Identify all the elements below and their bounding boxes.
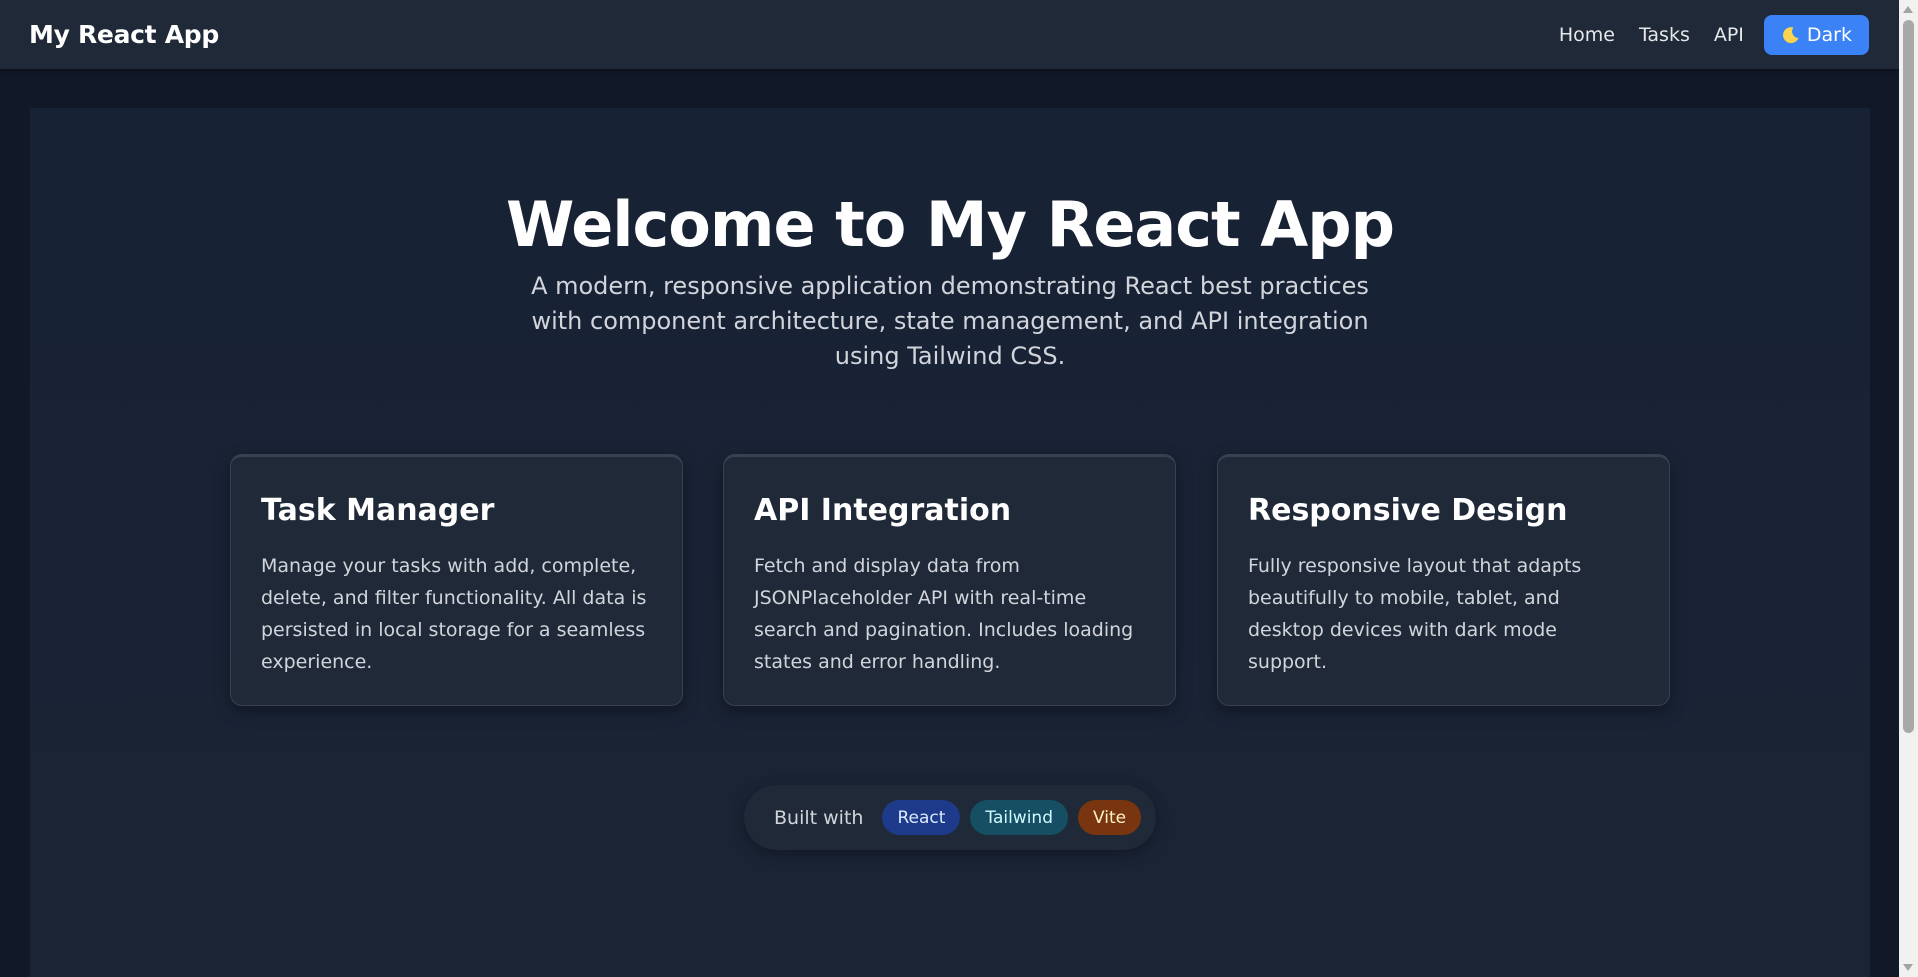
- feature-card-title: Task Manager: [261, 493, 495, 528]
- theme-toggle-label: Dark: [1806, 23, 1852, 46]
- feature-card-title: Responsive Design: [1248, 493, 1568, 528]
- tag-react: React: [882, 800, 961, 835]
- brand-logo[interactable]: My React App: [29, 20, 219, 49]
- vertical-scrollbar[interactable]: [1899, 0, 1918, 977]
- feature-card-responsive-design: Responsive Design Fully responsive layou…: [1217, 454, 1670, 706]
- scrollbar-thumb[interactable]: [1903, 20, 1914, 733]
- nav-link-home[interactable]: Home: [1559, 24, 1615, 46]
- tag-vite: Vite: [1078, 800, 1142, 835]
- built-with-badge: Built with React Tailwind Vite: [744, 785, 1156, 850]
- main-content: Welcome to My React App A modern, respon…: [30, 108, 1870, 977]
- scroll-up-arrow-icon[interactable]: [1903, 6, 1913, 13]
- hero-subtitle: A modern, responsive application demonst…: [531, 272, 1369, 370]
- nav-link-tasks[interactable]: Tasks: [1639, 24, 1690, 46]
- tag-tailwind: Tailwind: [970, 800, 1069, 835]
- nav-links: Home Tasks API Dark: [1559, 14, 1869, 55]
- nav-link-api[interactable]: API: [1714, 24, 1744, 46]
- feature-card-task-manager: Task Manager Manage your tasks with add,…: [230, 454, 683, 706]
- moon-icon: [1781, 25, 1801, 45]
- built-with-label: Built with: [774, 806, 864, 829]
- feature-card-description: Fully responsive layout that adapts beau…: [1248, 555, 1582, 673]
- navbar: My React App Home Tasks API Dark: [0, 0, 1899, 69]
- feature-card-description: Fetch and display data from JSONPlacehol…: [754, 555, 1134, 673]
- feature-card-api-integration: API Integration Fetch and display data f…: [723, 454, 1176, 706]
- feature-card-title: API Integration: [754, 493, 1012, 528]
- scroll-down-arrow-icon[interactable]: [1903, 964, 1913, 971]
- hero-title: Welcome to My React App: [506, 188, 1395, 261]
- theme-toggle-button[interactable]: Dark: [1763, 14, 1869, 55]
- feature-card-description: Manage your tasks with add, complete, de…: [261, 555, 647, 673]
